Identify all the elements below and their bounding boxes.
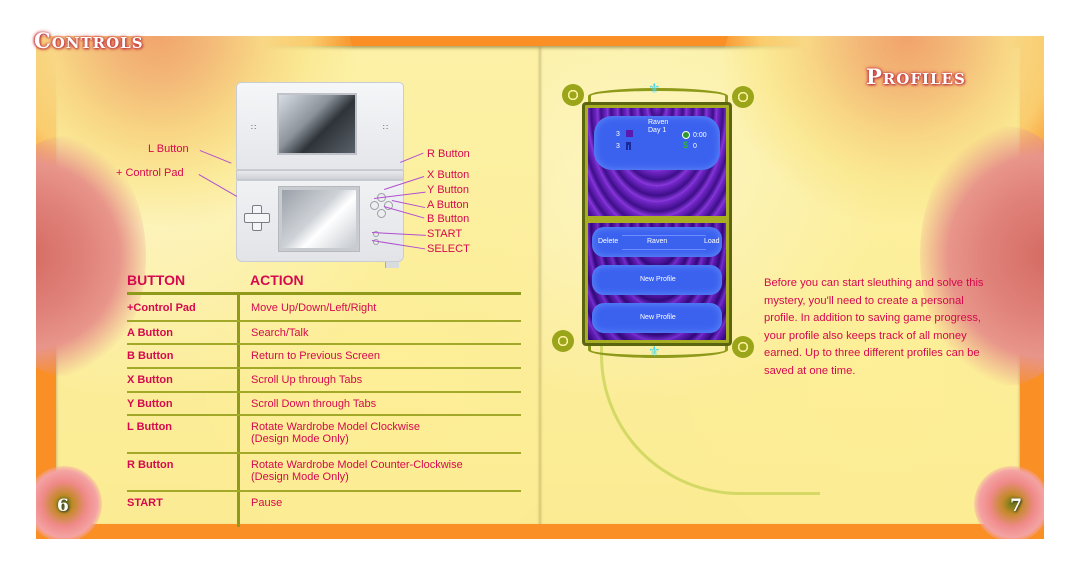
callout-r-button: R Button (427, 148, 470, 160)
ds-top-screen (277, 93, 357, 155)
callout-y-button: Y Button (427, 184, 469, 196)
flower-ornament-icon (732, 336, 754, 358)
y-button-icon (370, 201, 379, 210)
bottoms-count: 3 (616, 143, 620, 150)
money-amount: 0 (693, 143, 697, 150)
profile-name: Raven (648, 119, 669, 126)
tops-count: 3 (616, 131, 620, 138)
controls-table: BUTTON ACTION +Control Pad Move Up/Down/… (127, 272, 521, 527)
table-header: BUTTON ACTION (127, 272, 521, 295)
speaker-icon: ∷ (251, 123, 258, 132)
callout-x-button: X Button (427, 169, 470, 181)
dahlia-flower-decoration (974, 466, 1044, 539)
slot-rule (622, 235, 706, 236)
game-bottom-screen: Delete Raven Load New Profile New Profil… (588, 223, 726, 340)
speaker-icon: ∷ (382, 123, 389, 132)
delete-button[interactable]: Delete (598, 238, 618, 245)
cell-action: Scroll Down through Tabs (251, 398, 377, 410)
b-button-icon (377, 209, 386, 218)
table-row: X Button Scroll Up through Tabs (127, 369, 521, 393)
cell-button: START (127, 497, 163, 509)
callout-b-button: B Button (427, 213, 470, 225)
game-screen-frame: Raven Day 1 3 3 0:00 $ 0 Delete Raven Lo… (582, 102, 732, 346)
ds-touch-screen (279, 187, 359, 251)
action-text: Rotate Wardrobe Model Clockwise (251, 421, 420, 433)
pants-icon (626, 142, 631, 150)
cell-button: B Button (127, 350, 174, 362)
cell-action: Scroll Up through Tabs (251, 374, 363, 386)
ds-top-half: ∷ ∷ (236, 82, 404, 170)
cell-button: A Button (127, 327, 174, 339)
cell-button: +Control Pad (127, 302, 196, 314)
callout-control-pad: + Control Pad (116, 167, 184, 179)
callout-select: SELECT (427, 243, 470, 255)
new-profile-label: New Profile (640, 276, 676, 283)
profile-slot-2[interactable]: New Profile (592, 265, 722, 295)
shirt-icon (626, 130, 633, 137)
flower-ornament-icon (552, 330, 574, 352)
callout-start: START (427, 228, 463, 240)
cell-button: L Button (127, 421, 173, 433)
table-row: R Button Rotate Wardrobe Model Counter-C… (127, 454, 521, 492)
dpad-icon (244, 205, 270, 231)
section-title-controls: Controls (34, 28, 144, 53)
table-row: L Button Rotate Wardrobe Model Clockwise… (127, 416, 521, 454)
cell-button: R Button (127, 459, 174, 471)
action-note: (Design Mode Only) (251, 471, 349, 483)
page-number: 7 (1010, 496, 1022, 516)
cell-action: Pause (251, 497, 283, 509)
action-note: (Design Mode Only) (251, 433, 349, 445)
header-button: BUTTON (127, 272, 186, 288)
callout-a-button: A Button (427, 199, 469, 211)
action-text: Rotate Wardrobe Model Counter-Clockwise (251, 459, 463, 471)
cell-button: Y Button (127, 398, 173, 410)
new-profile-label: New Profile (640, 314, 676, 321)
clock-icon (682, 131, 690, 139)
table-row: Y Button Scroll Down through Tabs (127, 393, 521, 416)
flower-ornament-icon (562, 84, 584, 106)
cell-button: X Button (127, 374, 173, 386)
section-title-profiles: Profiles (866, 64, 966, 89)
table-row: START Pause (127, 492, 521, 516)
game-top-screen: Raven Day 1 3 3 0:00 $ 0 (588, 108, 726, 216)
slot-rule (622, 249, 706, 250)
profile-slot-3[interactable]: New Profile (592, 303, 722, 333)
profile-info-panel: Raven Day 1 3 3 0:00 $ 0 (594, 116, 720, 170)
flower-ornament-icon (732, 86, 754, 108)
profiles-description: Before you can start sleuthing and solve… (764, 277, 984, 377)
header-rule (127, 292, 521, 295)
dollar-icon: $ (683, 140, 689, 150)
cell-action: Return to Previous Screen (251, 350, 381, 362)
slot-profile-name: Raven (647, 238, 668, 245)
table-row: A Button Search/Talk (127, 322, 521, 345)
load-button[interactable]: Load (704, 238, 720, 245)
play-time: 0:00 (693, 132, 707, 139)
table-row: B Button Return to Previous Screen (127, 345, 521, 369)
ds-hinge (236, 170, 404, 268)
cell-action: Search/Talk (251, 327, 309, 339)
callout-l-button: L Button (148, 143, 189, 155)
nintendo-ds-diagram: ∷ ∷ (236, 82, 404, 268)
tulip-ornament-icon: ⚜ (648, 80, 661, 96)
table-row: +Control Pad Move Up/Down/Left/Right (127, 297, 521, 322)
cell-action: Move Up/Down/Left/Right (251, 302, 377, 314)
cell-action: Rotate Wardrobe Model Clockwise (Design … (251, 421, 420, 445)
cell-action: Rotate Wardrobe Model Counter-Clockwise … (251, 459, 463, 483)
profile-screen-illustration: ⚜ ⚜ Raven Day 1 3 3 0:00 $ 0 Delete Rave… (548, 80, 754, 360)
ds-bottom-half (236, 180, 404, 262)
header-action: ACTION (250, 272, 304, 288)
profile-day: Day 1 (648, 127, 667, 134)
profile-slot-1[interactable]: Delete Raven Load (592, 227, 722, 257)
page-number: 6 (57, 496, 69, 516)
